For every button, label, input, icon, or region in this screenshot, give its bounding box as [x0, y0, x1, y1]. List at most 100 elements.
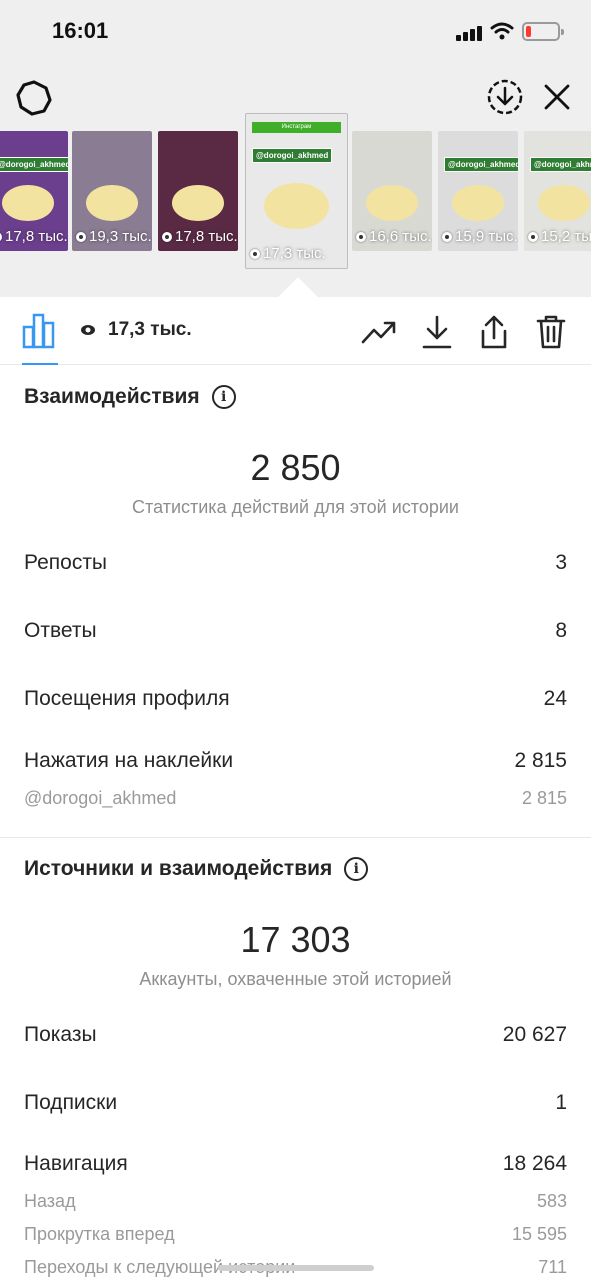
stat-value: 1: [555, 1091, 567, 1114]
stat-subvalue: 711: [538, 1257, 567, 1277]
insights-sheet: 17,3 тыс. Взаимодействия i 2 850 Статист…: [0, 297, 591, 1280]
interactions-title: Взаимодействия: [24, 385, 200, 408]
thumbnail-handle: @dorogoi_akhmed: [252, 148, 333, 163]
stat-sublabel: @dorogoi_akhmed: [24, 788, 177, 808]
thumbnail-handle: @dorogoi_akhmed: [0, 157, 68, 172]
eye-icon: [528, 231, 538, 242]
thumbnail-views-value: 17,8 тыс.: [175, 228, 238, 245]
info-icon[interactable]: i: [211, 385, 236, 409]
thumbnail-views: 19,3 тыс.: [76, 228, 152, 245]
stat-label: Ответы: [24, 619, 97, 642]
thumbnail-sticker: Инстаграм: [252, 122, 341, 133]
thumbnail-views-value: 19,3 тыс.: [89, 228, 152, 245]
story-thumbnail[interactable]: Инстаграм @dorogoi_akhmed 17,3 тыс.: [245, 113, 348, 269]
stat-label: Показы: [24, 1023, 97, 1046]
food-image: [452, 185, 504, 221]
thumbnail-views-value: 15,2 тыс.: [541, 228, 591, 245]
stat-value: 8: [555, 619, 567, 642]
stat-row-impressions: Показы 20 627: [24, 1023, 567, 1047]
eye-icon: [76, 231, 86, 242]
thumbnail-views-value: 15,9 тыс.: [455, 228, 518, 245]
story-thumbnail[interactable]: 19,3 тыс.: [72, 131, 152, 251]
download-circle-icon: [487, 79, 523, 115]
eye-icon: [442, 231, 452, 242]
thumbnail-views: 15,2 тыс.: [528, 228, 591, 245]
stat-subrow-forward: Прокрутка вперед 15 595: [24, 1224, 567, 1245]
stat-row-follows: Подписки 1: [24, 1091, 567, 1115]
stat-subvalue: 2 815: [521, 788, 567, 808]
download-icon: [422, 315, 452, 349]
promote-button[interactable]: [360, 313, 398, 351]
download-all-button[interactable]: [486, 78, 524, 116]
eye-icon: [0, 231, 2, 242]
thumbnail-views-value: 16,6 тыс.: [369, 228, 432, 245]
story-thumbnail[interactable]: 17,8 тыс.: [158, 131, 238, 251]
tab-insights[interactable]: [22, 313, 58, 365]
food-image: [86, 185, 138, 221]
stat-row-profile-visits: Посещения профиля 24: [24, 687, 567, 711]
stat-label: Подписки: [24, 1091, 118, 1114]
battery-icon: [522, 22, 564, 41]
gear-icon: [16, 80, 52, 116]
food-image: [2, 185, 54, 221]
reach-value: 17,3 тыс.: [108, 319, 192, 340]
status-time: 16:01: [52, 18, 109, 43]
info-icon[interactable]: i: [344, 857, 369, 881]
eye-icon: [356, 231, 366, 242]
insights-toolbar: 17,3 тыс.: [0, 297, 591, 365]
food-image: [538, 185, 590, 221]
eye-icon: [162, 231, 172, 242]
stat-subrow-back: Назад 583: [24, 1191, 567, 1212]
story-thumbnail[interactable]: @dorogoi_akhmed 17,8 тыс.: [0, 131, 68, 251]
thumbnail-views: 15,9 тыс.: [442, 228, 518, 245]
stat-subrow-sticker-handle: @dorogoi_akhmed 2 815: [24, 788, 567, 809]
stat-row-reposts: Репосты 3: [24, 551, 567, 575]
discovery-total: 17 303: [240, 919, 351, 960]
section-divider: [0, 837, 591, 838]
delete-button[interactable]: [532, 313, 570, 351]
story-thumbnail-strip[interactable]: @dorogoi_akhmed 17,8 тыс. 19,3 тыс. 17,8 ты…: [0, 113, 591, 271]
stat-value: 24: [543, 687, 567, 710]
share-button[interactable]: [475, 313, 513, 351]
eye-icon: [81, 325, 95, 335]
close-button[interactable]: [540, 80, 574, 114]
thumbnail-views: 17,8 тыс.: [0, 228, 68, 245]
food-image: [264, 183, 329, 230]
stat-row-sticker-taps: Нажатия на наклейки 2 815: [24, 749, 567, 773]
discovery-title: Источники и взаимодействия: [24, 857, 333, 880]
bar-chart-icon: [22, 313, 55, 349]
food-image: [366, 185, 418, 221]
stat-value: 3: [555, 551, 567, 574]
trend-up-icon: [361, 321, 396, 344]
download-button[interactable]: [418, 313, 456, 351]
stat-value: 2 815: [514, 749, 567, 772]
stat-row-replies: Ответы 8: [24, 619, 567, 643]
stat-value: 18 264: [502, 1152, 567, 1175]
thumbnail-views: 16,6 тыс.: [356, 228, 432, 245]
thumbnail-views: 17,3 тыс.: [250, 245, 326, 262]
stat-subvalue: 583: [536, 1191, 567, 1211]
close-icon: [544, 84, 570, 110]
settings-button[interactable]: [14, 78, 54, 118]
wifi-icon: [490, 22, 514, 40]
stat-label: Нажатия на наклейки: [24, 749, 234, 772]
stat-label: Репосты: [24, 551, 108, 574]
thumbnail-handle: @dorogoi_akhmed: [530, 157, 591, 172]
thumbnail-views-value: 17,3 тыс.: [263, 245, 326, 262]
reach-summary: 17,3 тыс.: [80, 319, 192, 341]
stat-row-navigation: Навигация 18 264: [24, 1152, 567, 1176]
story-thumbnail[interactable]: 16,6 тыс.: [352, 131, 432, 251]
discovery-section-title: Источники и взаимодействия i: [24, 857, 369, 881]
story-preview-area: 16:01 @dorogoi_akhmed 17,8 тыс. 19,3 тыс. 1…: [0, 0, 591, 317]
home-indicator[interactable]: [218, 1265, 374, 1271]
interactions-caption: Статистика действий для этой истории: [132, 497, 459, 517]
thumbnail-handle: @dorogoi_akhmed: [444, 157, 518, 172]
thumbnail-views: 17,8 тыс.: [162, 228, 238, 245]
stat-sublabel: Назад: [24, 1191, 76, 1211]
status-bar: 16:01: [0, 0, 591, 64]
story-thumbnail[interactable]: @dorogoi_akhmed 15,9 тыс.: [438, 131, 518, 251]
cellular-signal-icon: [456, 25, 484, 41]
eye-icon: [250, 248, 260, 259]
interactions-section-title: Взаимодействия i: [24, 385, 236, 409]
story-thumbnail[interactable]: @dorogoi_akhmed 15,2 тыс.: [524, 131, 591, 251]
